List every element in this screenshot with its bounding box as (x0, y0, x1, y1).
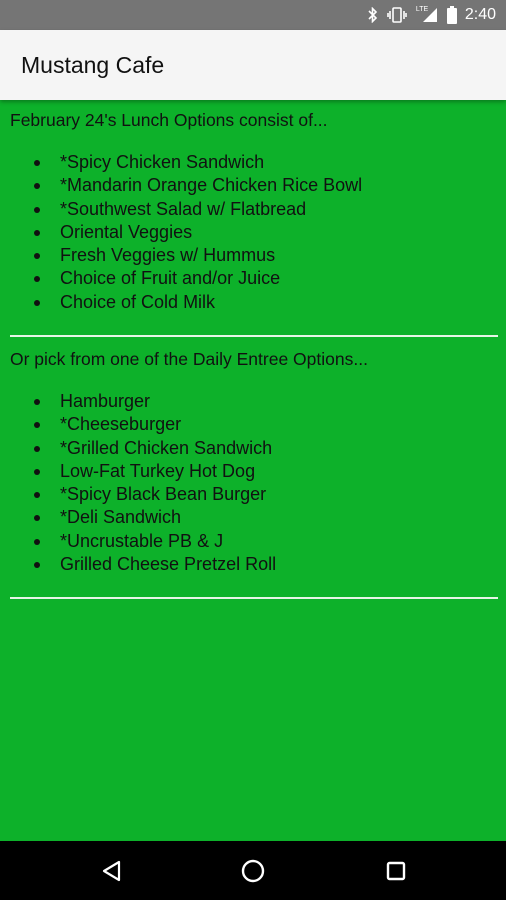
list-item-text: *Uncrustable PB & J (60, 530, 224, 551)
bullet-icon (34, 183, 40, 190)
bullet-icon (34, 160, 40, 166)
app-bar: Mustang Cafe (0, 30, 506, 100)
recents-button[interactable] (366, 841, 426, 900)
list-item-text: *Southwest Salad w/ Flatbread (60, 198, 307, 219)
nav-bar (0, 841, 506, 900)
list-item: *Deli Sandwich (34, 506, 276, 529)
bluetooth-icon (368, 7, 378, 23)
bullet-icon (34, 538, 40, 545)
list-item: Fresh Veggies w/ Hummus (34, 244, 362, 267)
bullet-icon (34, 253, 40, 260)
list-item: *Mandarin Orange Chicken Rice Bowl (34, 174, 362, 197)
app-title: Mustang Cafe (21, 51, 165, 78)
network-label: LTE (415, 6, 429, 13)
battery-icon (446, 6, 457, 24)
menu-content[interactable]: February 24's Lunch Options consist of..… (0, 100, 506, 841)
bullet-icon (34, 515, 40, 522)
bullet-icon (34, 562, 40, 569)
list-item: *Grilled Chicken Sandwich (34, 437, 276, 460)
list-item: *Cheeseburger (34, 413, 276, 436)
list-item-text: *Spicy Black Bean Burger (60, 484, 267, 505)
bullet-icon (34, 422, 40, 429)
bullet-icon (34, 299, 40, 306)
list-item-text: *Deli Sandwich (60, 507, 182, 528)
list-item: Low-Fat Turkey Hot Dog (34, 460, 276, 483)
lunch-list: *Spicy Chicken Sandwich *Mandarin Orange… (34, 151, 362, 314)
divider (10, 335, 498, 337)
list-item: *Spicy Black Bean Burger (34, 483, 276, 506)
list-item-text: *Mandarin Orange Chicken Rice Bowl (60, 175, 363, 196)
list-item: *Southwest Salad w/ Flatbread (34, 198, 362, 221)
bullet-icon (34, 445, 40, 452)
list-item-text: Hamburger (60, 391, 151, 411)
status-clock: 2:40 (464, 6, 496, 23)
list-item-text: Fresh Veggies w/ Hummus (60, 245, 276, 266)
list-item: Choice of Fruit and/or Juice (34, 267, 362, 290)
back-button[interactable] (82, 841, 142, 900)
back-icon (102, 860, 121, 881)
status-icons: LTE (368, 6, 457, 24)
status-bar: LTE 2:40 (0, 0, 506, 30)
list-item-text: Choice of Fruit and/or Juice (60, 268, 281, 289)
list-item-text: *Spicy Chicken Sandwich (60, 152, 265, 172)
bullet-icon (34, 206, 40, 213)
vibrate-icon (387, 7, 407, 23)
list-item: Oriental Veggies (34, 221, 362, 244)
list-item-text: Oriental Veggies (60, 221, 193, 242)
list-item: Grilled Cheese Pretzel Roll (34, 553, 276, 576)
bullet-icon (34, 399, 40, 405)
list-item-text: *Cheeseburger (60, 414, 182, 435)
list-item-text: Grilled Cheese Pretzel Roll (60, 554, 277, 575)
bullet-icon (34, 492, 40, 499)
list-item-text: *Grilled Chicken Sandwich (60, 437, 273, 458)
daily-intro: Or pick from one of the Daily Entree Opt… (10, 349, 368, 369)
bullet-icon (34, 276, 40, 283)
lunch-intro: February 24's Lunch Options consist of..… (10, 110, 328, 130)
list-item-text: Choice of Cold Milk (60, 291, 216, 312)
list-item: Choice of Cold Milk (34, 291, 362, 314)
list-item: Hamburger (34, 390, 276, 413)
divider (10, 597, 498, 599)
list-item: *Spicy Chicken Sandwich (34, 151, 362, 174)
home-button[interactable] (223, 841, 283, 900)
bullet-icon (34, 229, 40, 236)
daily-list: Hamburger *Cheeseburger *Grilled Chicken… (34, 390, 276, 576)
recents-icon (386, 861, 406, 880)
list-item-text: Low-Fat Turkey Hot Dog (60, 460, 256, 481)
lte-signal-icon: LTE (415, 6, 438, 23)
home-icon (241, 859, 265, 882)
bullet-icon (34, 468, 40, 475)
list-item: *Uncrustable PB & J (34, 530, 276, 553)
